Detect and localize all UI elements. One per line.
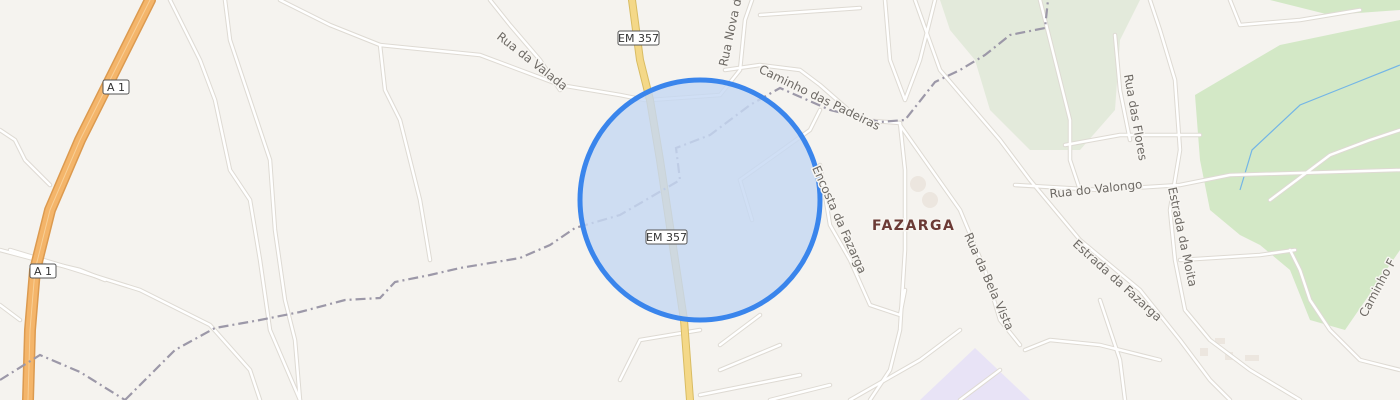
label-rua-do-valongo: Rua do Valongo <box>1049 177 1143 201</box>
map-canvas[interactable]: EM 357 EM 357 A 1 A 1 Rua da Valada Rua … <box>0 0 1400 400</box>
svg-text:A 1: A 1 <box>107 81 125 94</box>
shield-a1-top: A 1 <box>102 79 130 95</box>
place-label-fazarga: FAZARGA <box>872 218 955 234</box>
shield-em357-top: EM 357 <box>617 30 660 46</box>
label-estrada-da-moita: Estrada da Moita <box>1165 186 1200 288</box>
shield-a1-bottom: A 1 <box>29 263 57 279</box>
map-svg: EM 357 EM 357 A 1 A 1 Rua da Valada Rua … <box>0 0 1400 400</box>
label-estrada-da-fazarga: Estrada da Fazarga <box>1070 237 1165 324</box>
svg-text:EM 357: EM 357 <box>646 231 687 244</box>
shield-em357-mid: EM 357 <box>645 229 688 245</box>
industrial-area <box>920 348 1030 400</box>
location-accuracy-circle[interactable] <box>577 77 823 323</box>
park-area <box>940 0 1140 150</box>
label-rua-da-bela-vista: Rua da Bela Vista <box>961 231 1017 333</box>
svg-text:A 1: A 1 <box>34 265 52 278</box>
label-rua-da-valada: Rua da Valada <box>494 29 570 93</box>
svg-text:EM 357: EM 357 <box>618 32 659 45</box>
motorway-a1 <box>22 0 156 400</box>
